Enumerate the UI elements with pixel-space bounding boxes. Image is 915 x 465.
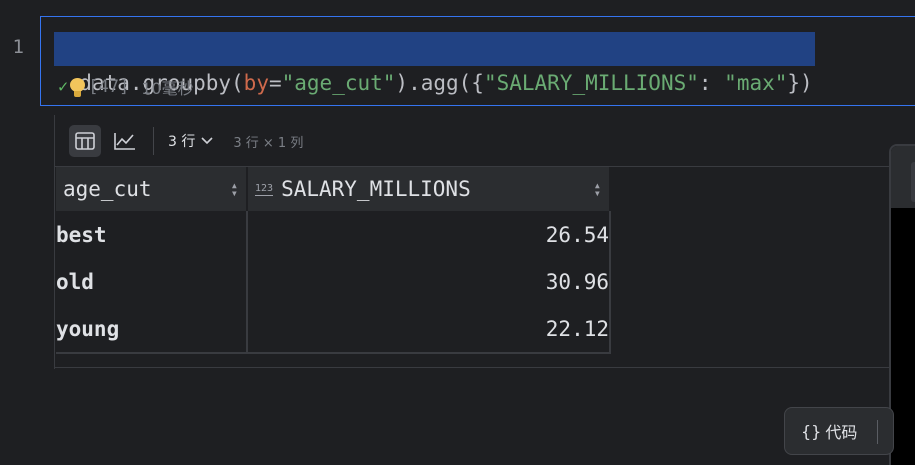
button-divider <box>877 420 878 444</box>
table-cell[interactable]: 26.54 <box>247 211 611 258</box>
code-token: = <box>268 71 282 95</box>
table-row: best 26.54 <box>56 211 611 258</box>
table-icon <box>75 132 95 150</box>
result-table: age_cut ▴ ▾ 123 SALARY_MILLIONS ▴ ▾ best… <box>56 167 611 354</box>
column-header-label: SALARY_MILLIONS <box>281 177 471 201</box>
chart-view-button[interactable] <box>109 125 141 157</box>
code-token: : <box>698 71 725 95</box>
table-dimensions: 3 行 × 1 列 <box>233 135 304 151</box>
divider <box>55 367 915 368</box>
output-toolbar: 3 行 3 行 × 1 列 <box>55 115 915 167</box>
column-header-salary-millions[interactable]: 123 SALARY_MILLIONS ▴ ▾ <box>247 167 611 211</box>
line-chart-icon <box>114 133 135 150</box>
toolbar-divider <box>153 127 154 155</box>
table-view-button[interactable] <box>69 125 101 157</box>
code-token: ).agg({ <box>395 71 484 95</box>
table-cell[interactable]: old <box>56 258 248 305</box>
sort-icon[interactable]: ▴ ▾ <box>594 179 601 199</box>
table-cell[interactable]: best <box>56 211 248 258</box>
sort-icon[interactable]: ▴ ▾ <box>231 179 238 199</box>
table-cell[interactable]: 30.96 <box>247 258 611 305</box>
checkmark-icon: ✓ <box>58 77 69 97</box>
code-token: }) <box>787 71 813 95</box>
rows-dropdown[interactable]: 3 行 <box>168 131 213 151</box>
add-code-cell-label: 代码 <box>825 423 858 442</box>
lightbulb-icon[interactable] <box>70 76 86 98</box>
chevron-down-icon <box>201 137 213 145</box>
code-token: "max" <box>724 71 788 95</box>
execution-duration: 10毫秒 <box>141 79 194 98</box>
rows-dropdown-label: 3 行 <box>168 134 196 150</box>
code-token: "SALARY_MILLIONS" <box>483 71 699 95</box>
execution-status: ✓ [47] 10毫秒 <box>58 74 194 100</box>
code-token: "age_cut" <box>281 71 396 95</box>
code-token: by <box>243 71 269 95</box>
braces-icon: {} <box>801 421 822 441</box>
code-line[interactable]: data.groupby(by="age_cut").agg({"SALARY_… <box>54 32 815 95</box>
table-row: old 30.96 <box>56 258 611 305</box>
cell-output: 3 行 3 行 × 1 列 age_cut ▴ ▾ 123 SALARY_MIL… <box>54 115 915 369</box>
numeric-type-icon: 123 <box>255 182 274 196</box>
table-cell[interactable]: young <box>56 305 248 354</box>
table-row: young 22.12 <box>56 305 611 354</box>
column-header-label: age_cut <box>63 177 152 201</box>
table-cell[interactable]: 22.12 <box>247 305 611 354</box>
add-code-cell-button[interactable]: {} 代码 <box>784 407 894 455</box>
line-number: 1 <box>12 36 24 58</box>
execution-count: [47] <box>88 77 130 97</box>
column-header-age-cut[interactable]: age_cut ▴ ▾ <box>56 167 248 211</box>
side-panel-tab[interactable] <box>911 162 915 202</box>
